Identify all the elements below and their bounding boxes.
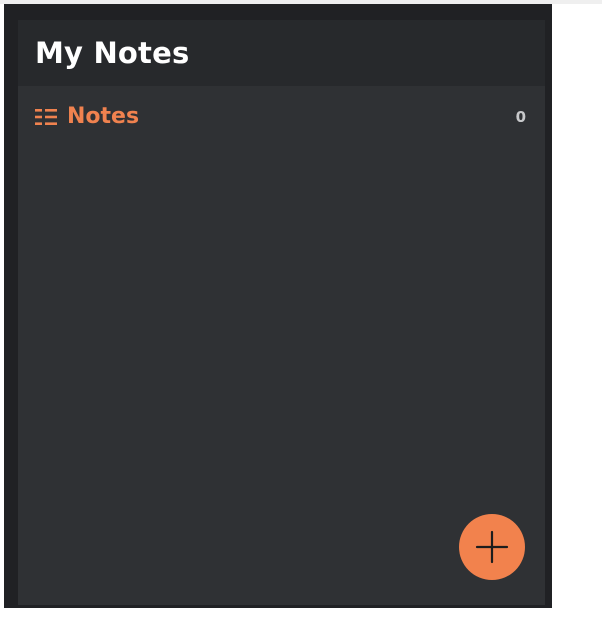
sidebar-item-label: Notes: [67, 104, 140, 129]
plus-icon: [475, 530, 509, 564]
app-window: My Notes Notes 0: [4, 4, 552, 608]
list-icon: [35, 107, 57, 127]
sidebar-item-notes[interactable]: Notes 0: [18, 100, 545, 134]
header: My Notes: [18, 20, 545, 86]
notes-panel: My Notes Notes 0: [18, 20, 545, 605]
page-title: My Notes: [35, 36, 190, 70]
notes-count-badge: 0: [515, 108, 526, 126]
add-note-button[interactable]: [459, 514, 525, 580]
